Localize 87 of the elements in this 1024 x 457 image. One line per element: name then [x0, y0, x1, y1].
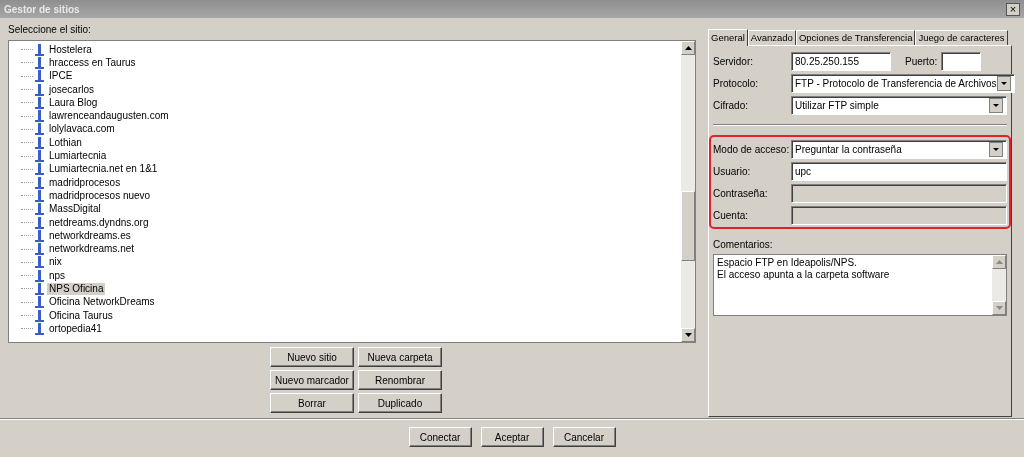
field-label: Cifrado:	[713, 98, 749, 113]
server-icon	[35, 256, 44, 269]
action-button[interactable]: Borrar	[270, 393, 354, 413]
tree-item[interactable]: Lothian	[47, 136, 84, 149]
server-icon	[35, 56, 44, 69]
tree-item[interactable]: nps	[47, 269, 68, 282]
tab[interactable]: General	[708, 29, 748, 46]
server-icon	[35, 43, 44, 56]
server-icon	[35, 269, 44, 282]
tree-item[interactable]: IPCE	[47, 70, 75, 83]
caret-icon	[989, 141, 1003, 157]
server-icon	[35, 96, 44, 109]
tree-label: Seleccione el sitio:	[8, 23, 92, 37]
tree-item[interactable]: Oficina NetworkDreams	[47, 296, 157, 309]
tree-item[interactable]: NPS Oficina	[47, 283, 106, 295]
server-icon	[35, 309, 44, 322]
dropdown[interactable]: FTP - Protocolo de Transferencia de Archivos	[791, 73, 1015, 93]
field-label: Protocolo:	[713, 76, 760, 91]
server-icon	[35, 123, 44, 136]
tree-item[interactable]: hraccess en Taurus	[47, 56, 138, 69]
comments-field[interactable]: Espacio FTP en Ideapolis/NPS. El acceso apunta a la carpeta software	[713, 254, 1007, 316]
tree-item[interactable]: Lumiartecnia	[47, 150, 109, 162]
caret-icon	[989, 97, 1003, 113]
field-label: Servidor:	[713, 54, 754, 69]
server-icon	[35, 150, 44, 162]
caret-icon	[996, 75, 1011, 91]
tree-item[interactable]: Lumiartecnia.net en 1&1	[47, 163, 160, 176]
tab[interactable]: Avanzado	[747, 30, 796, 45]
comments-label: Comentarios:	[713, 238, 774, 252]
up-arrow-icon	[684, 46, 692, 50]
field-label: Usuario:	[713, 164, 752, 179]
port-field[interactable]	[941, 51, 982, 71]
server-icon	[35, 136, 44, 149]
server-field[interactable]: 80.25.250.155	[791, 51, 891, 71]
action-button[interactable]: Nuevo marcador	[270, 370, 354, 390]
server-icon	[35, 283, 44, 295]
tab[interactable]: Juego de caracteres	[915, 30, 1008, 45]
tree-item[interactable]: Hostelera	[47, 43, 94, 56]
tree-item[interactable]: netdreams.dyndns.org	[47, 216, 151, 229]
tree-item[interactable]: nix	[47, 256, 64, 269]
server-icon	[35, 243, 44, 256]
tree-item[interactable]: ortopedia41	[47, 322, 104, 335]
dialog-button[interactable]: Cancelar	[552, 427, 616, 447]
window-title: Gestor de sitios	[4, 2, 80, 17]
server-icon	[35, 216, 44, 229]
dropdown[interactable]: Utilizar FTP simple	[791, 95, 1007, 115]
tree-item[interactable]: josecarlos	[47, 83, 97, 96]
tree-item[interactable]: lolylavaca.com	[47, 123, 117, 136]
server-icon	[35, 203, 44, 216]
field-label: Puerto:	[905, 54, 938, 69]
server-icon	[35, 322, 44, 335]
comment-line: El acceso apunta a la carpeta software	[717, 269, 891, 281]
input-field[interactable]: upc	[791, 161, 1007, 181]
action-button[interactable]: Nuevo sitio	[270, 347, 354, 367]
server-icon	[35, 110, 44, 123]
tree-item[interactable]: networkdreams.net	[47, 243, 137, 256]
dialog-button[interactable]: Conectar	[408, 427, 472, 447]
tree-item[interactable]: Oficina Taurus	[47, 309, 115, 322]
comment-line: Espacio FTP en Ideapolis/NPS.	[717, 257, 858, 269]
action-button[interactable]: Nueva carpeta	[358, 347, 442, 367]
server-icon	[35, 70, 44, 83]
server-icon	[35, 189, 44, 202]
tree-item[interactable]: MassDigital	[47, 203, 103, 216]
close-button[interactable]: ×	[1006, 2, 1020, 16]
dialog-button[interactable]: Aceptar	[480, 427, 544, 447]
down-arrow-icon	[995, 306, 1003, 310]
tree-item[interactable]: networkdreams.es	[47, 229, 133, 242]
server-icon	[35, 83, 44, 96]
scrollbar[interactable]	[681, 41, 695, 342]
tree-item[interactable]: lawrenceandaugusten.com	[47, 110, 171, 123]
down-arrow-icon	[684, 333, 692, 337]
field-label: Contraseña:	[713, 186, 769, 201]
action-button[interactable]: Renombrar	[358, 370, 442, 390]
server-icon	[35, 229, 44, 242]
server-icon	[35, 296, 44, 309]
tree-item[interactable]: Laura Blog	[47, 96, 100, 109]
scroll-thumb[interactable]	[681, 190, 695, 261]
server-icon	[35, 163, 44, 176]
action-button[interactable]: Duplicado	[358, 393, 442, 413]
up-arrow-icon	[995, 260, 1003, 264]
tree-item[interactable]: madridprocesos	[47, 176, 123, 189]
field-label: Cuenta:	[713, 208, 750, 223]
tree-item[interactable]: madridprocesos nuevo	[47, 189, 153, 202]
tab[interactable]: Opciones de Transferencia	[795, 30, 916, 45]
field-label: Modo de acceso:	[713, 142, 791, 157]
server-icon	[35, 176, 44, 189]
dropdown[interactable]: Preguntar la contraseña	[791, 139, 1007, 159]
